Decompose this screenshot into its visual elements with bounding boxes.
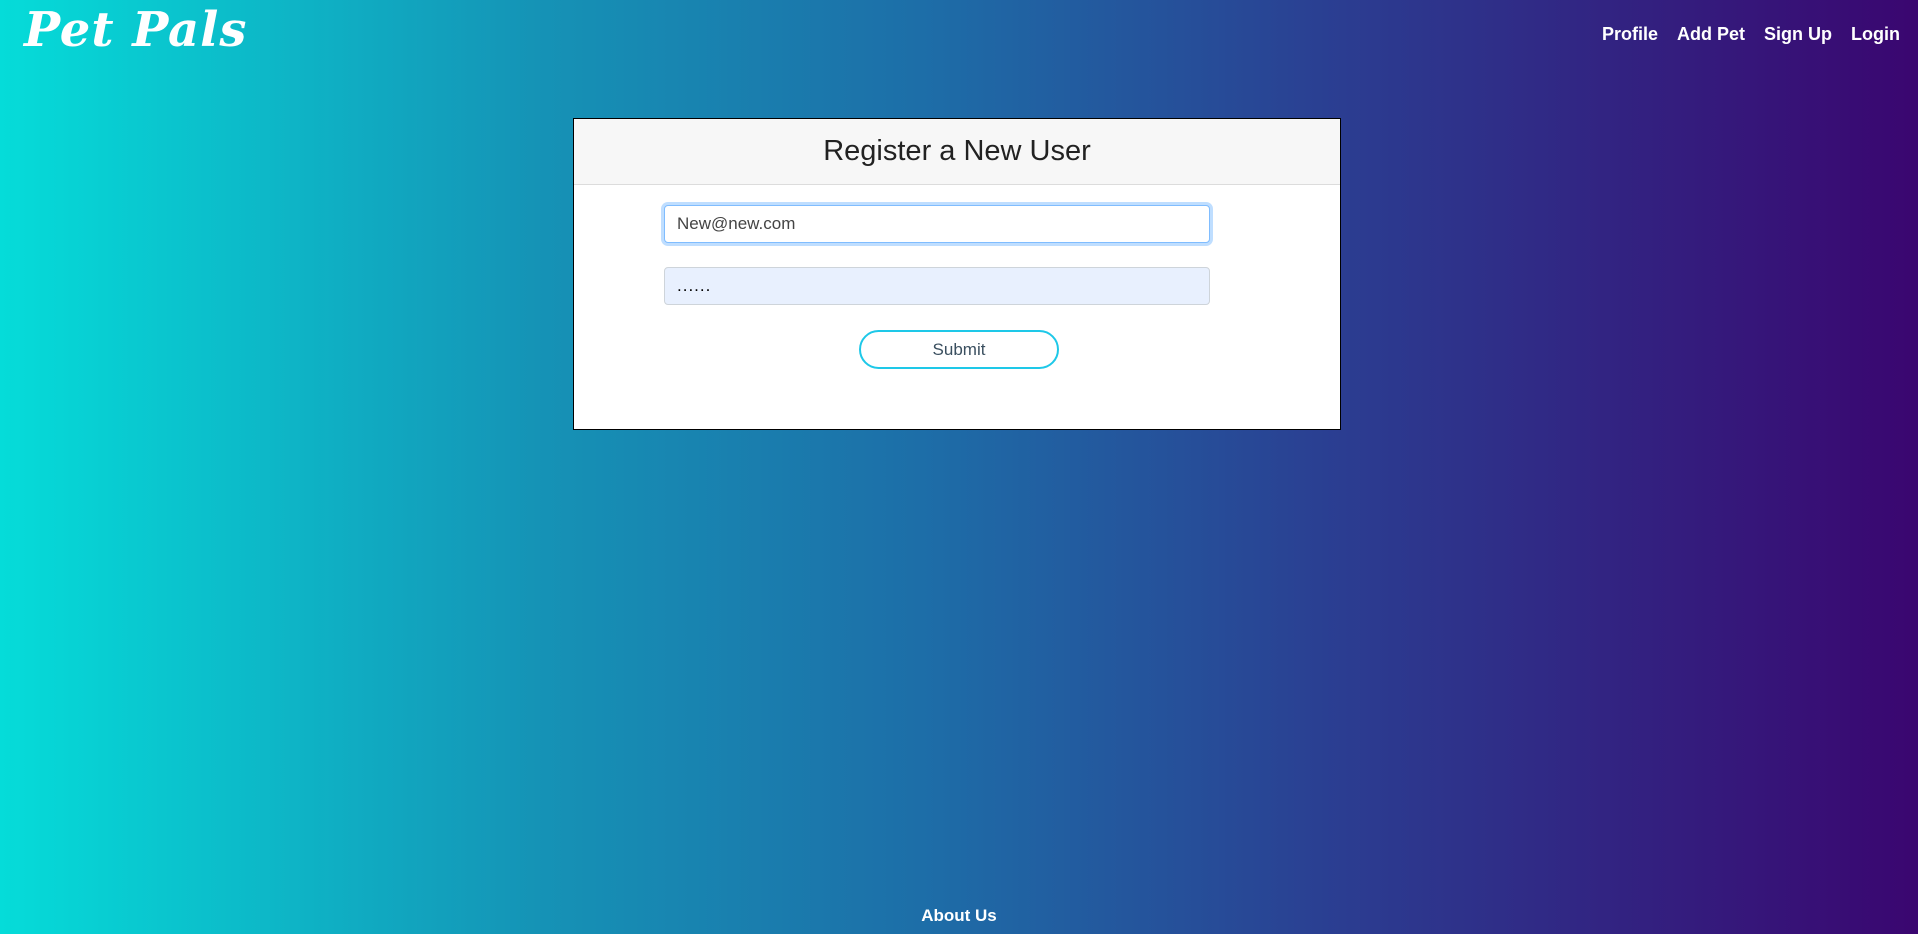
footer: About Us [0,906,1918,926]
card-header: Register a New User [574,119,1340,185]
page-title: Register a New User [823,135,1091,167]
nav-sign-up-link[interactable]: Sign Up [1764,24,1832,45]
top-nav: Profile Add Pet Sign Up Login [1583,24,1900,45]
password-mask: ...... [677,276,712,295]
nav-add-pet-link[interactable]: Add Pet [1677,24,1745,45]
password-field[interactable]: ...... [664,267,1210,305]
nav-profile-link[interactable]: Profile [1602,24,1658,45]
email-field[interactable] [664,205,1210,243]
nav-login-link[interactable]: Login [1851,24,1900,45]
submit-button[interactable]: Submit [859,330,1059,369]
register-card: Register a New User ...... Submit [573,118,1341,430]
about-us-link[interactable]: About Us [921,906,997,925]
brand-logo[interactable]: Pet Pals [24,2,247,58]
